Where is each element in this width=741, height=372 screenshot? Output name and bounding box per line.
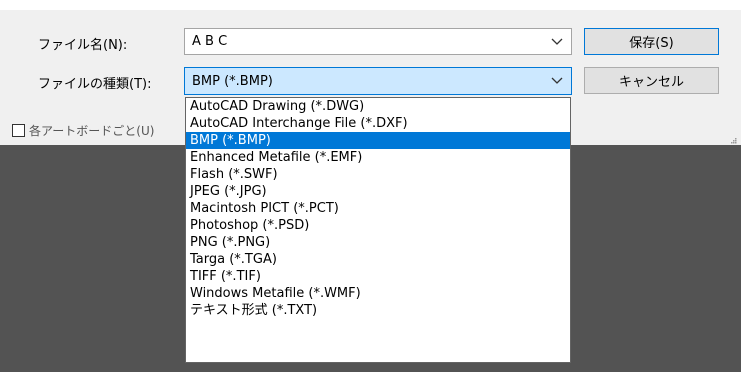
save-button[interactable]: 保存(S) [584,28,719,55]
artboards-checkbox[interactable] [12,124,25,137]
filename-value: A B C [192,34,228,49]
resize-grip-icon[interactable] [731,138,737,144]
filetype-option[interactable]: Macintosh PICT (*.PCT) [186,200,570,217]
filetype-dropdown-list[interactable]: AutoCAD Drawing (*.DWG) AutoCAD Interchan… [185,97,571,363]
chevron-down-icon[interactable] [551,77,563,85]
filetype-option[interactable]: Windows Metafile (*.WMF) [186,285,570,302]
filetype-option[interactable]: AutoCAD Interchange File (*.DXF) [186,115,570,132]
filetype-option[interactable]: AutoCAD Drawing (*.DWG) [186,98,570,115]
chevron-down-icon[interactable] [551,38,563,46]
filetype-option[interactable]: Flash (*.SWF) [186,166,570,183]
filetype-option[interactable]: Targa (*.TGA) [186,251,570,268]
filetype-value: BMP (*.BMP) [192,73,273,89]
filetype-option[interactable]: Photoshop (*.PSD) [186,217,570,234]
filetype-label: ファイルの種類(T): [38,77,152,92]
filetype-option[interactable]: BMP (*.BMP) [186,132,570,149]
filename-combo[interactable]: A B C [184,28,572,55]
dialog-top-strip [0,0,741,10]
filetype-option[interactable]: Enhanced Metafile (*.EMF) [186,149,570,166]
cancel-button[interactable]: キャンセル [584,67,719,94]
artboards-checkbox-label[interactable]: 各アートボードごと(U) [29,122,154,139]
filetype-option[interactable]: TIFF (*.TIF) [186,268,570,285]
filetype-combo[interactable]: BMP (*.BMP) [184,67,572,95]
filetype-option[interactable]: テキスト形式 (*.TXT) [186,302,570,319]
filetype-option[interactable]: JPEG (*.JPG) [186,183,570,200]
filetype-option[interactable]: PNG (*.PNG) [186,234,570,251]
filename-label: ファイル名(N): [38,38,128,53]
